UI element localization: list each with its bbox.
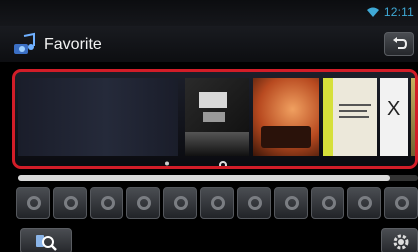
bottom-toolbar: [0, 226, 418, 252]
album-cover[interactable]: [411, 78, 415, 156]
album-cover[interactable]: X: [380, 78, 408, 156]
disc-icon: [219, 161, 227, 166]
back-button[interactable]: [384, 32, 414, 56]
status-bar: 12:11: [0, 0, 418, 26]
search-icon: [36, 235, 57, 251]
preset-button[interactable]: [347, 187, 382, 219]
album-cover[interactable]: [323, 78, 377, 156]
preset-bar: [0, 187, 418, 219]
user-icon: [165, 161, 169, 166]
wifi-icon: [367, 7, 379, 17]
favorite-empty-slot[interactable]: [18, 78, 178, 156]
page-title: Favorite: [44, 36, 102, 53]
preset-button[interactable]: [89, 187, 124, 219]
scrollbar[interactable]: [18, 175, 418, 181]
scrollbar-thumb[interactable]: [18, 175, 390, 181]
album-cover[interactable]: [185, 78, 249, 156]
title-bar: Favorite: [0, 26, 418, 62]
preset-button[interactable]: [16, 187, 50, 219]
preset-button[interactable]: [163, 187, 198, 219]
preset-button[interactable]: [200, 187, 234, 219]
preset-button[interactable]: [52, 187, 87, 219]
settings-button[interactable]: [381, 228, 418, 252]
favorite-music-icon: [14, 32, 35, 54]
preset-button[interactable]: [384, 187, 418, 219]
preset-button[interactable]: [126, 187, 161, 219]
preset-button[interactable]: [273, 187, 308, 219]
clock: 12:11: [383, 5, 414, 19]
search-button[interactable]: [20, 228, 72, 252]
favorite-list-panel[interactable]: X: [12, 69, 418, 169]
back-arrow-icon: [393, 37, 408, 49]
album-cover[interactable]: [253, 78, 319, 156]
preset-button[interactable]: [310, 187, 345, 219]
settings-gear-icon: [393, 234, 409, 250]
preset-button[interactable]: [236, 187, 271, 219]
